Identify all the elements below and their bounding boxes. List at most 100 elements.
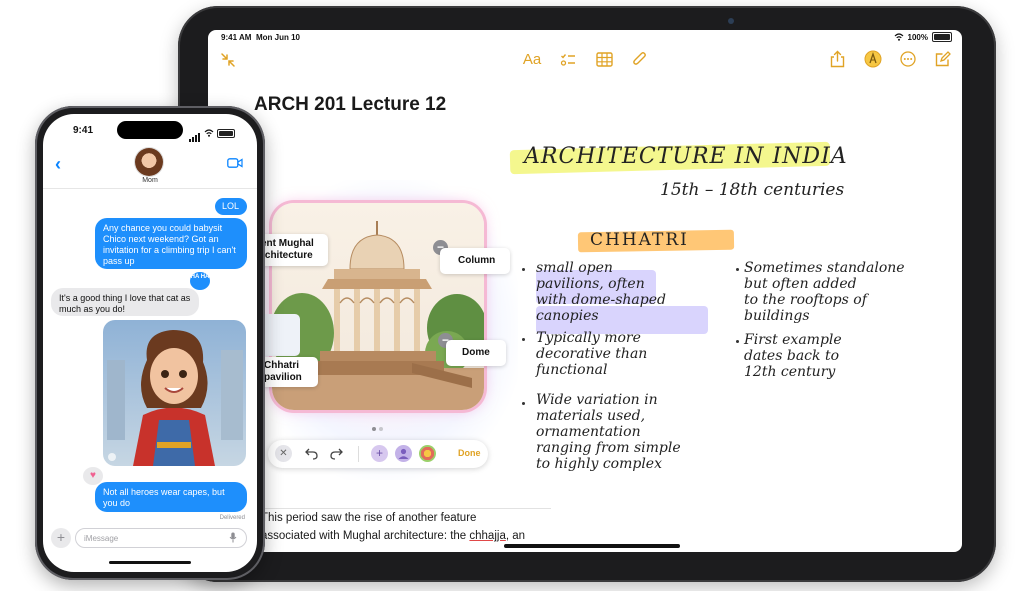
left-bullet-3[interactable]: Wide variation in materials used, ornament… bbox=[536, 392, 736, 472]
contact-name[interactable]: Mom bbox=[43, 177, 257, 184]
haha-tapback-icon[interactable]: HA HA bbox=[190, 272, 210, 290]
right-bullet-1[interactable]: Sometimes standalone but often added to th… bbox=[744, 260, 954, 324]
status-date: Mon Jun 10 bbox=[256, 33, 301, 42]
superhero-memoji-illustration bbox=[103, 320, 246, 466]
callout-mughal-line1: ent Mughal bbox=[261, 238, 314, 249]
left-bullet-line: to highly complex bbox=[536, 456, 662, 472]
avatar[interactable] bbox=[135, 148, 163, 176]
toolbar-divider bbox=[358, 446, 359, 462]
right-bullet-line: Sometimes standalone bbox=[744, 260, 905, 276]
left-bullet-line: Typically more bbox=[536, 330, 641, 346]
bullet bbox=[522, 402, 525, 405]
image-page-dots[interactable] bbox=[372, 418, 386, 436]
cellular-signal-icon bbox=[189, 124, 201, 142]
left-bullet-line: materials used, bbox=[536, 408, 646, 424]
memoji-image[interactable] bbox=[103, 320, 246, 466]
iphone-messages-screen: 9:41 ‹ Mom LOL Any chance you could baby… bbox=[43, 114, 257, 572]
table-icon[interactable] bbox=[596, 52, 613, 67]
bullet bbox=[522, 338, 525, 341]
heart-tapback-icon[interactable]: ♥ bbox=[83, 467, 103, 485]
left-bullet-line: small open bbox=[536, 260, 613, 276]
message-bubble-cat[interactable]: It's a good thing I love that cat as muc… bbox=[51, 288, 199, 316]
right-bullet-line: dates back to bbox=[744, 348, 839, 364]
battery-percent: 100% bbox=[907, 32, 928, 42]
left-bullet-line: functional bbox=[536, 362, 608, 378]
compose-icon[interactable] bbox=[935, 51, 951, 67]
phone-status-time: 9:41 bbox=[73, 125, 94, 136]
right-bullet-line: buildings bbox=[744, 308, 810, 324]
right-bullet-line: but often added bbox=[744, 276, 857, 292]
redo-icon[interactable] bbox=[330, 448, 343, 460]
message-bubble-babysit[interactable]: Any chance you could babysit Chico next … bbox=[95, 218, 247, 269]
paperclip-icon[interactable] bbox=[632, 51, 648, 68]
image-toolbar: ✕ + Done bbox=[268, 440, 488, 468]
checklist-icon[interactable] bbox=[560, 52, 576, 68]
left-bullet-2[interactable]: Typically more decorative than functional bbox=[536, 330, 716, 378]
imessage-placeholder: iMessage bbox=[84, 534, 119, 543]
markup-pen-icon[interactable] bbox=[864, 50, 882, 68]
callout-chhatri-line2: pavilion bbox=[264, 372, 302, 383]
home-indicator[interactable] bbox=[109, 561, 191, 564]
collapse-icon[interactable] bbox=[220, 52, 236, 68]
right-bullet-line: to the rooftops of bbox=[744, 292, 867, 308]
done-button[interactable]: Done bbox=[458, 448, 481, 458]
left-bullet-line: ranging from simple bbox=[536, 440, 681, 456]
back-chevron-icon[interactable]: ‹ bbox=[55, 154, 61, 175]
bullet bbox=[736, 340, 739, 343]
handwritten-heading[interactable]: ARCHITECTURE IN INDIA bbox=[524, 144, 848, 169]
left-bullet-1[interactable]: small open pavilions, often with dome-shap… bbox=[536, 260, 716, 324]
header-divider bbox=[43, 188, 257, 189]
wifi-icon bbox=[894, 33, 903, 41]
add-element-icon[interactable]: + bbox=[371, 445, 388, 462]
left-bullet-line: pavilions, often bbox=[536, 276, 645, 292]
callout-column-label: Column bbox=[458, 255, 496, 266]
left-bullet-line: Wide variation in bbox=[536, 392, 658, 408]
delivered-status: Delivered bbox=[219, 515, 245, 521]
bullet bbox=[522, 268, 525, 271]
status-time: 9:41 AM bbox=[221, 33, 252, 42]
ipad-notes-screen: 9:41 AM Mon Jun 10 100% Aa ARCH 201 Lect… bbox=[208, 30, 962, 552]
callout-chhatri-line1: Chhatri bbox=[264, 360, 299, 371]
left-bullet-line: canopies bbox=[536, 308, 599, 324]
message-bubble-heroes[interactable]: Not all heroes wear capes, but you do bbox=[95, 482, 247, 512]
close-icon[interactable]: ✕ bbox=[275, 445, 292, 462]
callout-dome-label: Dome bbox=[462, 347, 490, 358]
right-bullet-2[interactable]: First example dates back to 12th century bbox=[744, 332, 944, 380]
format-button[interactable]: Aa bbox=[520, 52, 544, 68]
note-title[interactable]: ARCH 201 Lecture 12 bbox=[254, 94, 446, 116]
battery-icon bbox=[932, 32, 952, 42]
share-icon[interactable] bbox=[830, 50, 845, 68]
callout-chhatri-pavilion-thumb bbox=[260, 314, 300, 356]
home-indicator[interactable] bbox=[504, 544, 680, 548]
add-attachment-button[interactable]: + bbox=[51, 528, 71, 548]
message-bubble-lol[interactable]: LOL bbox=[215, 198, 247, 215]
right-bullet-line: 12th century bbox=[744, 364, 836, 380]
callout-mughal-architecture[interactable]: ent Mughal rchitecture bbox=[256, 234, 328, 266]
microphone-icon[interactable] bbox=[229, 532, 237, 543]
sketch-style-icon[interactable] bbox=[419, 445, 436, 462]
undo-icon[interactable] bbox=[305, 448, 318, 460]
handwritten-subheading[interactable]: 15th – 18th centuries bbox=[660, 180, 844, 200]
right-bullet-line: First example bbox=[744, 332, 842, 348]
front-camera bbox=[728, 18, 734, 24]
ipad-status-bar: 9:41 AM Mon Jun 10 100% bbox=[208, 30, 962, 46]
callout-chhatri-pavilion[interactable]: Chhatri pavilion bbox=[260, 357, 318, 387]
imessage-input[interactable]: iMessage bbox=[75, 528, 247, 548]
bullet bbox=[736, 268, 739, 271]
more-icon[interactable] bbox=[900, 51, 916, 67]
format-label: Aa bbox=[522, 51, 542, 68]
person-style-icon[interactable] bbox=[395, 445, 412, 462]
handwritten-section[interactable]: CHHATRI bbox=[590, 230, 689, 250]
left-bullet-line: with dome-shaped bbox=[536, 292, 666, 308]
wifi-icon bbox=[204, 129, 214, 137]
callout-dome[interactable]: Dome bbox=[446, 340, 506, 366]
left-bullet-line: ornamentation bbox=[536, 424, 641, 440]
video-call-icon[interactable] bbox=[227, 158, 243, 168]
body-line-2a: associated with Mughal architecture: the bbox=[261, 530, 470, 542]
misspelled-word[interactable]: chhajja bbox=[469, 530, 505, 542]
battery-icon bbox=[217, 128, 235, 138]
phone-status-icons bbox=[189, 124, 235, 142]
callout-column[interactable]: Column bbox=[440, 248, 510, 274]
body-line-2b: , an bbox=[505, 530, 526, 542]
left-bullet-line: decorative than bbox=[536, 346, 648, 362]
